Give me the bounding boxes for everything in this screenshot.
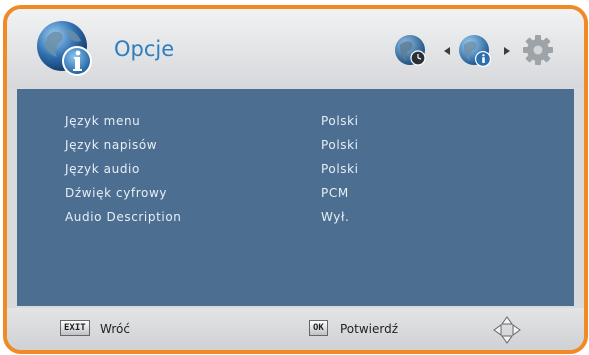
globe-info-icon [37,21,92,76]
options-list: Język menu Polski Język napisów Polski J… [17,89,574,306]
exit-key-icon[interactable]: EXIT [60,320,90,336]
option-value[interactable]: Polski [321,138,359,152]
option-row-audio-language[interactable]: Język audio Polski [17,158,574,180]
option-row-audio-description[interactable]: Audio Description Wył. [17,206,574,228]
menu-nav-icons [395,35,553,67]
globe-info-small-icon[interactable] [459,35,491,67]
option-value[interactable]: Wył. [321,210,349,224]
option-row-subtitle-language[interactable]: Język napisów Polski [17,134,574,156]
confirm-label: Potwierdź [340,322,399,336]
arrow-left-icon[interactable] [444,47,450,55]
option-label: Język audio [65,162,140,176]
option-row-digital-audio[interactable]: Dźwięk cyfrowy PCM [17,182,574,204]
options-window: Opcje Język menu Polski Język napisów Po… [3,5,588,354]
page-title: Opcje [114,37,175,61]
option-row-menu-language[interactable]: Język menu Polski [17,110,574,132]
arrow-right-icon[interactable] [504,47,510,55]
header-bar: Opcje [7,9,584,87]
option-label: Język napisów [65,138,158,152]
option-value[interactable]: PCM [321,186,349,200]
back-label: Wróć [100,322,130,336]
ok-key-icon[interactable]: OK [309,320,328,336]
navigation-arrows-icon [493,316,521,344]
option-label: Język menu [65,114,141,128]
option-value[interactable]: Polski [321,162,359,176]
option-label: Audio Description [65,210,182,224]
option-value[interactable]: Polski [321,114,359,128]
gear-icon[interactable] [523,35,553,65]
globe-clock-icon[interactable] [395,35,426,66]
option-label: Dźwięk cyfrowy [65,186,168,200]
footer-bar: EXIT Wróć OK Potwierdź [7,308,584,350]
